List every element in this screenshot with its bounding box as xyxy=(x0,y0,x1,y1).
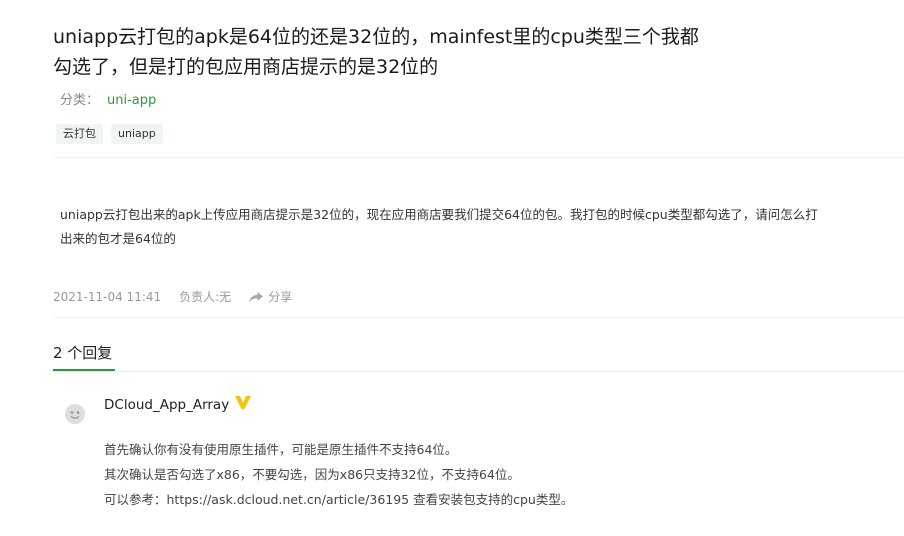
question-body: uniapp云打包出来的apk上传应用商店提示是32位的，现在应用商店要我们提交… xyxy=(60,203,900,251)
reply-author-name[interactable]: DCloud_App_Array xyxy=(104,396,229,414)
tag-uniapp[interactable]: uniapp xyxy=(111,124,163,144)
reply-line-1: 首先确认你有没有使用原生插件，可能是原生插件不支持64位。 xyxy=(104,442,458,457)
question-title: uniapp云打包的apk是64位的还是32位的，mainfest里的cpu类型… xyxy=(53,22,753,82)
category-link[interactable]: uni-app xyxy=(107,93,156,108)
share-icon xyxy=(249,291,264,303)
share-label: 分享 xyxy=(268,290,293,304)
category-row: 分类： uni-app xyxy=(60,92,156,110)
divider xyxy=(53,157,904,158)
reply-author: DCloud_App_Array xyxy=(104,396,252,414)
divider xyxy=(53,371,904,372)
question-body-line-2: 出来的包才是64位的 xyxy=(60,231,176,246)
reply-line-2: 其次确认是否勾选了x86，不要勾选，因为x86只支持32位，不支持64位。 xyxy=(104,467,520,482)
question-owner: 负责人:无 xyxy=(179,290,232,304)
divider xyxy=(53,317,904,318)
reply-body: 首先确认你有没有使用原生插件，可能是原生插件不支持64位。 其次确认是否勾选了x… xyxy=(104,437,884,512)
verified-badge-icon xyxy=(235,396,252,414)
category-label: 分类： xyxy=(60,93,100,108)
question-body-line-1: uniapp云打包出来的apk上传应用商店提示是32位的，现在应用商店要我们提交… xyxy=(60,207,818,222)
reply-count: 2 个回复 xyxy=(53,344,113,362)
question-date: 2021-11-04 11:41 xyxy=(53,290,162,304)
question-meta: 2021-11-04 11:41 负责人:无 分享 xyxy=(53,289,292,305)
avatar-icon[interactable] xyxy=(65,404,85,424)
reply-line-3: 可以参考：https://ask.dcloud.net.cn/article/3… xyxy=(104,492,574,507)
tag-list: 云打包 uniapp xyxy=(56,124,163,144)
share-button[interactable]: 分享 xyxy=(249,289,292,305)
question-title-line-1: uniapp云打包的apk是64位的还是32位的，mainfest里的cpu类型… xyxy=(53,26,699,48)
question-title-line-2: 勾选了，但是打的包应用商店提示的是32位的 xyxy=(53,56,439,78)
tag-cloud-packaging[interactable]: 云打包 xyxy=(56,124,103,144)
question-page: uniapp云打包的apk是64位的还是32位的，mainfest里的cpu类型… xyxy=(0,0,904,536)
